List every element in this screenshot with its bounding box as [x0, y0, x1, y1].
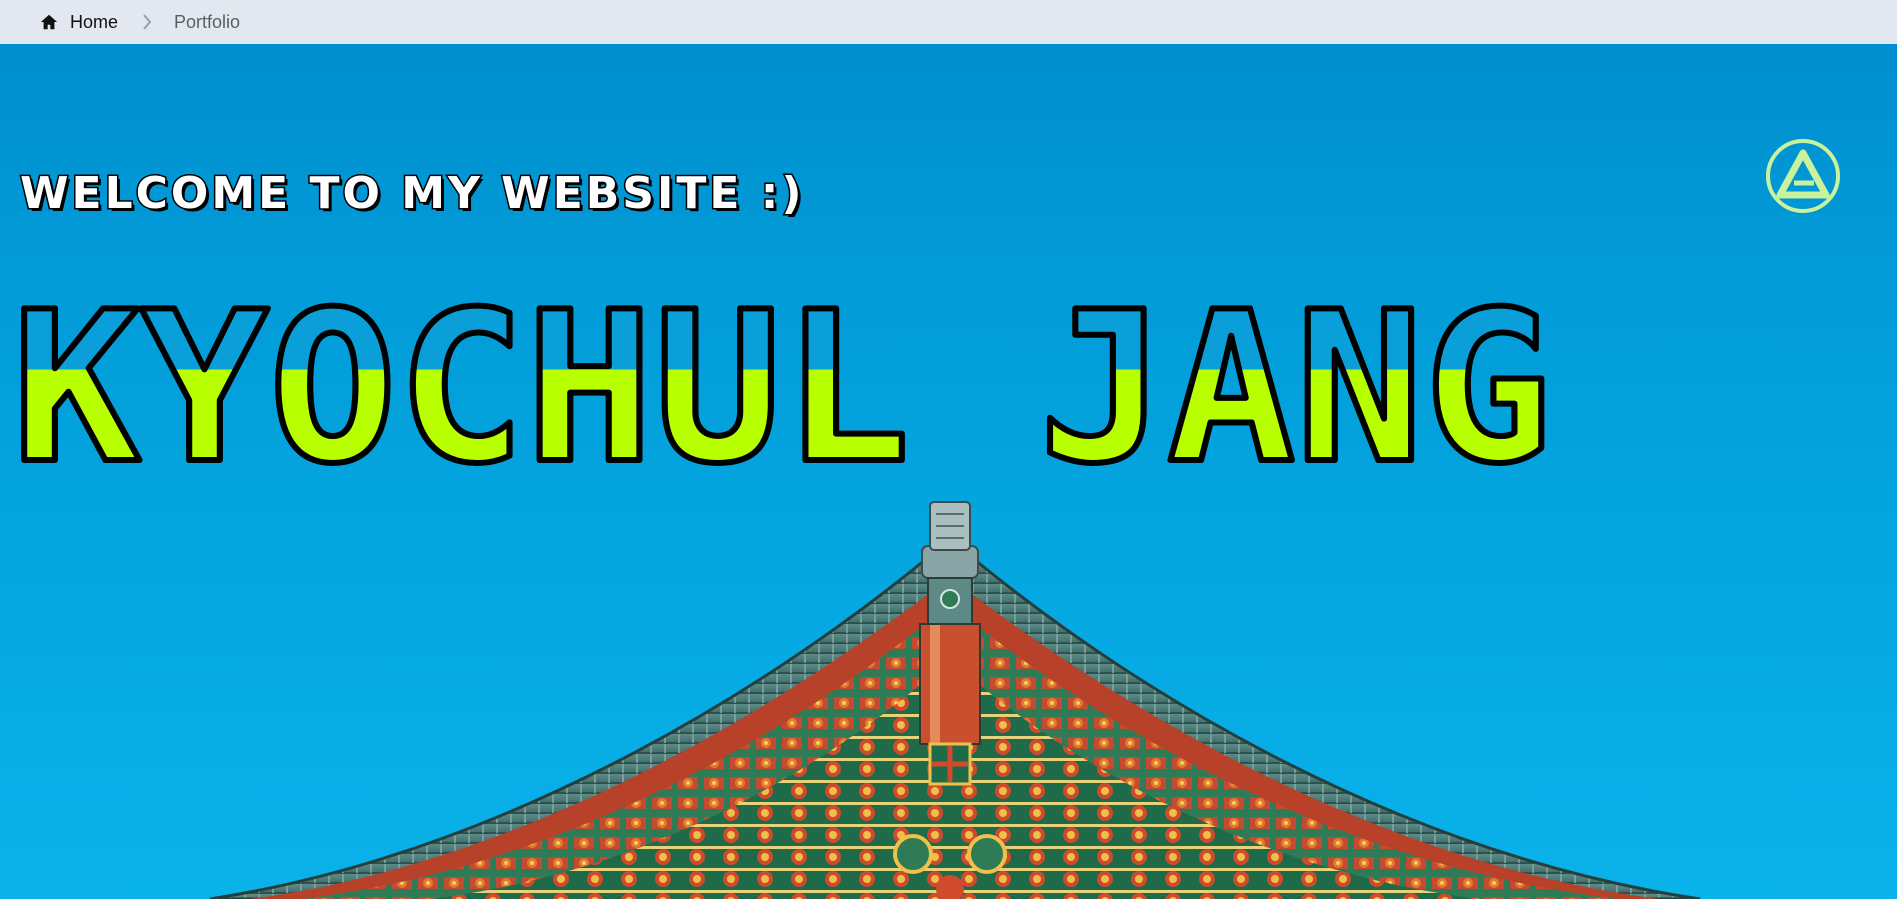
- triangle-logo-icon[interactable]: [1764, 137, 1842, 215]
- breadcrumb-current: Portfolio: [174, 11, 241, 32]
- home-icon: [40, 14, 58, 30]
- breadcrumb-home-link[interactable]: Home: [40, 12, 118, 33]
- name-text: KYOCHUL JANG: [12, 284, 1552, 484]
- breadcrumb-home-label: Home: [70, 11, 119, 32]
- welcome-heading: WELCOME TO MY WEBSITE :): [18, 168, 805, 219]
- chevron-right-icon: [142, 14, 152, 30]
- name-heading: KYOCHUL JANG: [8, 284, 1568, 484]
- hero-section: WELCOME TO MY WEBSITE :) KYOCHUL JANG: [0, 44, 1897, 899]
- breadcrumb: Home Portfolio: [0, 0, 1897, 44]
- roof-image: [0, 494, 1897, 899]
